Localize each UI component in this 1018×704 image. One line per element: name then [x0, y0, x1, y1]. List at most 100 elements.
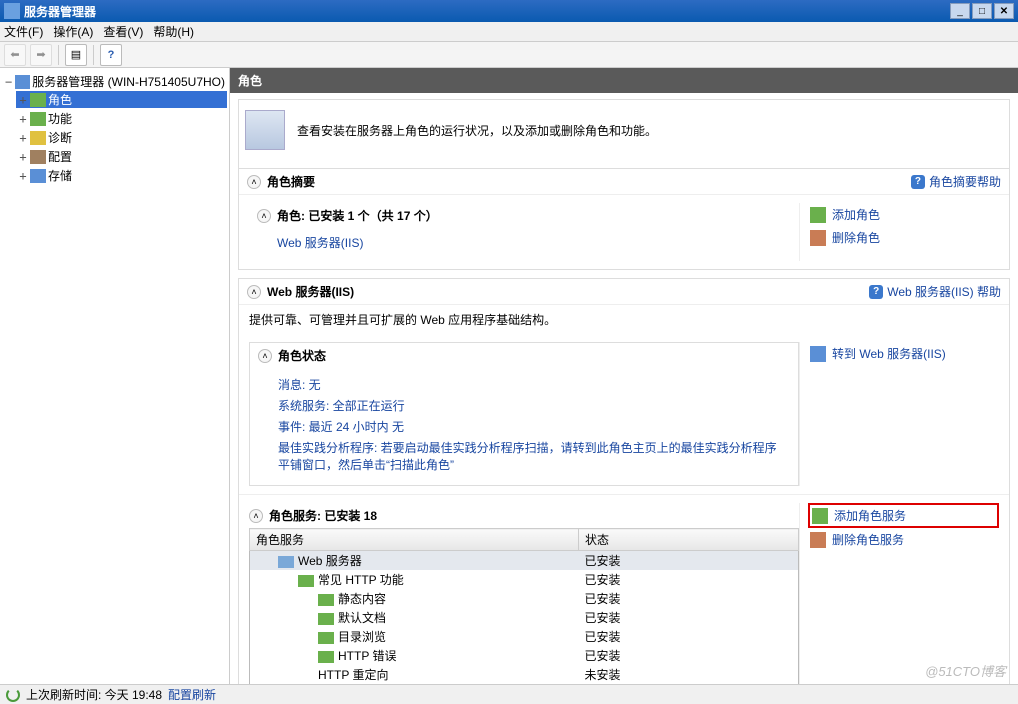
tree-item-4[interactable]: + 存储: [16, 167, 227, 184]
properties-button[interactable]: ▤: [65, 44, 87, 66]
menu-view[interactable]: 查看(V): [103, 23, 143, 40]
summary-help-link[interactable]: ? 角色摘要帮助: [911, 173, 1001, 190]
chevron-up-icon[interactable]: ˄: [257, 209, 271, 223]
tree-item-icon: [30, 169, 46, 183]
tree-item-2[interactable]: + 诊断: [16, 129, 227, 146]
col-state[interactable]: 状态: [579, 529, 799, 551]
table-row[interactable]: HTTP 重定向未安装: [250, 665, 799, 684]
installed-role-link[interactable]: Web 服务器(IIS): [277, 236, 363, 250]
expand-icon[interactable]: +: [18, 131, 28, 145]
goto-iis-action[interactable]: 转到 Web 服务器(IIS): [808, 342, 999, 365]
table-row[interactable]: 默认文档已安装: [250, 608, 799, 627]
toolbar-separator: [58, 45, 59, 65]
tree-item-1[interactable]: + 功能: [16, 110, 227, 127]
remove-icon: [810, 532, 826, 548]
intro-panel: 查看安装在服务器上角色的运行状况，以及添加或删除角色和功能。: [238, 99, 1010, 168]
toolbar-separator: [93, 45, 94, 65]
status-line: 最佳实践分析程序: 若要启动最佳实践分析程序扫描，请转到此角色主页上的最佳实践分…: [278, 437, 782, 475]
tree-item-3[interactable]: + 配置: [16, 148, 227, 165]
chevron-up-icon[interactable]: ˄: [247, 285, 261, 299]
table-row[interactable]: Web 服务器已安装: [250, 551, 799, 571]
iis-title: Web 服务器(IIS): [267, 283, 869, 300]
configure-refresh-link[interactable]: 配置刷新: [168, 686, 216, 703]
roles-count-label: 角色: 已安装 1 个（共 17 个）: [277, 207, 438, 224]
navigation-tree[interactable]: − 服务器管理器 (WIN-H751405U7HO) +角色+功能+诊断+配置+…: [0, 68, 230, 684]
status-line: 事件: 最近 24 小时内 无: [278, 416, 782, 437]
add-role-service-action[interactable]: 添加角色服务: [808, 503, 999, 528]
content-scroll[interactable]: 查看安装在服务器上角色的运行状况，以及添加或删除角色和功能。 ˄ 角色摘要 ? …: [230, 93, 1018, 684]
window-title: 服务器管理器: [24, 3, 948, 20]
iis-panel: ˄ Web 服务器(IIS) ? Web 服务器(IIS) 帮助 提供可靠、可管…: [238, 278, 1010, 684]
expand-icon[interactable]: −: [4, 75, 13, 89]
chevron-up-icon[interactable]: ˄: [247, 175, 261, 189]
tree-root[interactable]: − 服务器管理器 (WIN-H751405U7HO): [2, 73, 227, 90]
table-row[interactable]: 目录浏览已安装: [250, 627, 799, 646]
chevron-up-icon[interactable]: ˄: [258, 349, 272, 363]
role-services-title: 角色服务: 已安装 18: [269, 507, 377, 524]
app-icon: [4, 3, 20, 19]
tree-item-icon: [30, 131, 46, 145]
roles-large-icon: [245, 110, 285, 150]
expand-icon[interactable]: +: [18, 150, 28, 164]
iis-help-link[interactable]: ? Web 服务器(IIS) 帮助: [869, 283, 1001, 300]
service-icon: [318, 632, 334, 644]
iis-description: 提供可靠、可管理并且可扩展的 Web 应用程序基础结构。: [239, 305, 1009, 334]
content-header: 角色: [230, 68, 1018, 93]
tree-item-0[interactable]: + 角色: [16, 91, 227, 108]
remove-role-service-action[interactable]: 删除角色服务: [808, 528, 999, 551]
service-icon: [318, 613, 334, 625]
toolbar: ⬅ ➡ ▤ ?: [0, 42, 1018, 68]
help-icon: ?: [911, 175, 925, 189]
forward-button: ➡: [30, 44, 52, 66]
role-status-title: 角色状态: [278, 347, 326, 364]
tree-item-label: 功能: [48, 110, 72, 127]
tree-item-label: 存储: [48, 167, 72, 184]
menu-action[interactable]: 操作(A): [53, 23, 93, 40]
tree-item-label: 配置: [48, 148, 72, 165]
goto-icon: [810, 346, 826, 362]
tree-item-icon: [30, 112, 46, 126]
refresh-icon: [6, 688, 20, 702]
close-button[interactable]: ✕: [994, 3, 1014, 19]
status-line: 系统服务: 全部正在运行: [278, 395, 782, 416]
maximize-button[interactable]: □: [972, 3, 992, 19]
summary-title: 角色摘要: [267, 173, 911, 190]
minimize-button[interactable]: _: [950, 3, 970, 19]
tree-item-label: 诊断: [48, 129, 72, 146]
service-icon: [298, 575, 314, 587]
tree-item-label: 角色: [48, 91, 72, 108]
menu-help[interactable]: 帮助(H): [153, 23, 194, 40]
remove-icon: [810, 230, 826, 246]
roles-summary-panel: ˄ 角色摘要 ? 角色摘要帮助 ˄ 角色:: [238, 168, 1010, 270]
service-icon: [278, 556, 294, 568]
server-icon: [15, 75, 30, 89]
service-icon: [318, 594, 334, 606]
table-row[interactable]: 静态内容已安装: [250, 589, 799, 608]
table-row[interactable]: 常见 HTTP 功能已安装: [250, 570, 799, 589]
status-bar: 上次刷新时间: 今天 19:48 配置刷新: [0, 684, 1018, 704]
help-button[interactable]: ?: [100, 44, 122, 66]
add-role-action[interactable]: 添加角色: [808, 203, 999, 226]
menu-file[interactable]: 文件(F): [4, 23, 43, 40]
last-refresh-label: 上次刷新时间: 今天 19:48: [26, 686, 162, 703]
add-icon: [812, 508, 828, 524]
status-line: 消息: 无: [278, 374, 782, 395]
add-icon: [810, 207, 826, 223]
table-row[interactable]: HTTP 错误已安装: [250, 646, 799, 665]
back-button: ⬅: [4, 44, 26, 66]
tree-item-icon: [30, 150, 46, 164]
intro-text: 查看安装在服务器上角色的运行状况，以及添加或删除角色和功能。: [297, 122, 657, 139]
expand-icon[interactable]: +: [18, 112, 28, 126]
window-titlebar: 服务器管理器 _ □ ✕: [0, 0, 1018, 22]
col-name[interactable]: 角色服务: [250, 529, 579, 551]
menu-bar: 文件(F) 操作(A) 查看(V) 帮助(H): [0, 22, 1018, 42]
role-services-table[interactable]: 角色服务 状态 Web 服务器已安装常见 HTTP 功能已安装静态内容已安装默认…: [249, 528, 799, 684]
tree-item-icon: [30, 93, 46, 107]
expand-icon[interactable]: +: [18, 93, 28, 107]
remove-role-action[interactable]: 删除角色: [808, 226, 999, 249]
expand-icon[interactable]: +: [18, 169, 28, 183]
chevron-up-icon[interactable]: ˄: [249, 509, 263, 523]
service-icon: [318, 651, 334, 663]
watermark: @51CTO博客: [925, 661, 1006, 680]
help-icon: ?: [869, 285, 883, 299]
